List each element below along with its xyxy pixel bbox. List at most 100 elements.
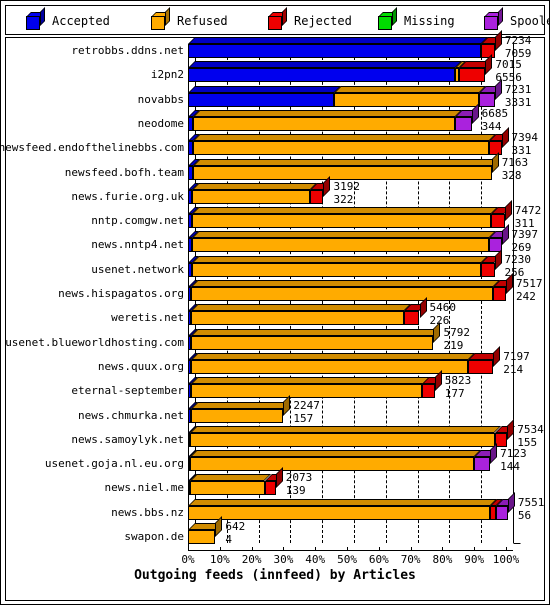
chart-plot-area: 7234 7059 7015 6556 7231 3331 6685 344 7394 331 71… — [1, 30, 545, 601]
bar-value-secondary: 4 — [225, 533, 232, 546]
bar-segment — [188, 68, 456, 83]
bar-value-primary: 7551 — [517, 495, 545, 509]
legend-label: Refused — [177, 14, 228, 28]
bar-value-primary: 7231 — [504, 82, 532, 96]
bar-segment — [190, 408, 284, 423]
bar-value-primary: 7394 — [511, 131, 539, 145]
bar-value-primary: 7517 — [516, 277, 543, 290]
bar-value-secondary: 177 — [444, 387, 465, 401]
bar-segment — [190, 481, 265, 496]
bar-segment — [474, 457, 491, 472]
bar-value-primary: 5792 — [443, 325, 470, 339]
legend-label: Missing — [404, 14, 455, 28]
x-tick-label: 30% — [273, 553, 294, 566]
bar-value-primary: 2247 — [293, 398, 320, 412]
bar-segment-top — [193, 109, 463, 117]
bar-segment-top — [190, 425, 502, 433]
bar-segment — [188, 44, 481, 58]
bar-value-secondary: 328 — [501, 168, 522, 182]
bar-segment — [493, 287, 506, 301]
x-tick-mark — [378, 547, 380, 551]
y-axis-label: usenet.blueworldhosting.com — [5, 335, 184, 349]
bar-segment — [495, 505, 508, 520]
chart-x-axis-title: Outgoing feeds (innfeed) by Articles — [134, 568, 416, 583]
bar-segment — [191, 359, 468, 374]
cube-icon — [484, 7, 504, 30]
y-axis-label: nntp.comgw.net — [91, 214, 184, 228]
y-axis-label: usenet.network — [91, 262, 184, 276]
y-axis-label: news.furie.org.uk — [71, 189, 184, 203]
bar-segment — [190, 457, 475, 472]
bar-value-secondary: 331 — [511, 144, 532, 158]
bar-segment — [190, 384, 423, 399]
bar-value-primary: 7472 — [514, 204, 542, 218]
y-axis-label: weretis.net — [111, 311, 184, 325]
bar-segment — [192, 189, 311, 204]
bar-value-primary: 5460 — [429, 301, 457, 315]
bar-segment-top — [191, 231, 496, 239]
y-axis-label: retrobbs.ddns.net — [71, 44, 184, 57]
bar-segment — [480, 44, 495, 58]
bar-value-secondary: 269 — [511, 241, 532, 255]
bar-segment — [334, 92, 479, 107]
bar-segment-top — [188, 37, 488, 44]
x-tick-mark — [315, 547, 317, 551]
bar-segment — [455, 116, 472, 131]
bar-value-primary: 642 — [225, 520, 246, 533]
bar-value-secondary: 214 — [503, 362, 524, 376]
legend-item-refused: Refused — [151, 7, 228, 33]
bar-value-primary: 7123 — [500, 447, 527, 461]
y-axis-label: news.bbs.nz — [111, 505, 184, 519]
y-axis-label: news.niel.me — [104, 481, 184, 495]
axis-depth-edge — [506, 543, 521, 551]
y-axis-label: eternal-september — [71, 384, 184, 398]
bar-value-primary: 7163 — [501, 155, 529, 169]
y-axis-label: newsfeed.endofthelinebbs.com — [0, 141, 184, 155]
y-axis-label: usenet.goja.nl.eu.org — [44, 457, 184, 471]
x-tick-label: 50% — [337, 553, 357, 566]
bar-segment — [422, 384, 435, 399]
bar-segment-top — [188, 61, 463, 69]
bar-segment — [188, 530, 216, 544]
x-tick-label: 70% — [400, 553, 421, 566]
bar-segment-top — [192, 207, 499, 215]
chart-page: Accepted Refused Rejected Missing Spooled 72… — [0, 0, 550, 605]
legend-label: Accepted — [52, 14, 110, 28]
bar-value-secondary: 219 — [443, 338, 464, 352]
bar-segment — [191, 311, 405, 326]
bar-value-primary: 7197 — [503, 349, 530, 363]
bar-value-secondary: 3331 — [504, 95, 532, 109]
bar-segment-top — [188, 498, 498, 506]
bar-value-secondary: 344 — [481, 119, 502, 133]
bar-segment — [191, 262, 482, 277]
bar-segment-top — [191, 304, 412, 312]
legend-item-accepted: Accepted — [26, 7, 110, 33]
legend-label: Rejected — [294, 14, 352, 28]
x-tick-mark — [474, 547, 476, 551]
x-tick-label: 80% — [432, 553, 453, 566]
x-tick-mark — [283, 547, 285, 551]
bar-value-secondary: 157 — [293, 411, 314, 425]
x-axis-line — [188, 550, 513, 551]
bar-value-secondary: 242 — [516, 290, 536, 303]
x-tick-mark — [347, 547, 348, 551]
x-tick-label: 60% — [368, 553, 389, 566]
bar-value-primary: 7230 — [504, 252, 532, 266]
bar-segment-top — [190, 401, 291, 409]
y-axis-label: i2pn2 — [150, 68, 184, 82]
bar-segment — [404, 311, 420, 326]
y-axis-label: news.hispagatos.org — [58, 287, 184, 300]
x-tick-label: 20% — [241, 553, 262, 566]
x-tick-label: 0% — [181, 553, 195, 566]
cube-icon — [268, 7, 288, 30]
bar-value-primary: 6685 — [481, 106, 509, 120]
bar-segment — [193, 116, 456, 131]
bar-segment-top — [192, 134, 496, 142]
bar-segment — [192, 141, 489, 156]
bar-value-secondary: 56 — [517, 508, 532, 522]
legend-label: Spooled — [510, 14, 549, 28]
x-tick-label: 100% — [492, 553, 520, 566]
cube-icon — [378, 7, 398, 30]
bar-segment-top — [191, 328, 441, 336]
cube-icon — [151, 7, 171, 30]
